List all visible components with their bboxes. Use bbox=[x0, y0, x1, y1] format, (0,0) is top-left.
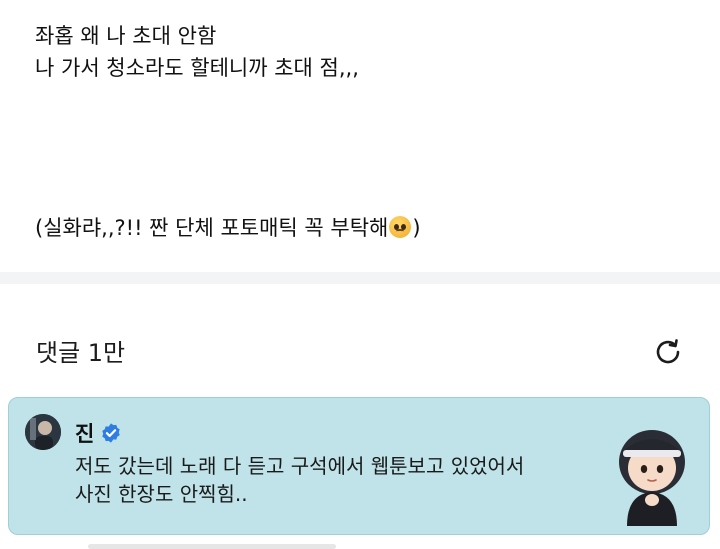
comment-line: 사진 한장도 안찍힘.. bbox=[75, 482, 248, 506]
post-line: 나 가서 청소라도 할테니까 초대 점,,, bbox=[35, 56, 359, 80]
post-footer-end: ) bbox=[412, 216, 421, 240]
post-footer-line: (실화랴,,?!! 짠 단체 포토매틱 꼭 부탁해) bbox=[35, 212, 685, 244]
comment-line: 저도 갔는데 노래 다 듣고 구석에서 웹툰보고 있었어서 bbox=[75, 454, 525, 478]
post-body: 좌홉 왜 나 초대 안함 나 가서 청소라도 할테니까 초대 점,,, (실화랴… bbox=[35, 20, 685, 244]
refresh-icon bbox=[656, 339, 680, 364]
pleading-face-emoji bbox=[389, 216, 412, 238]
avatar[interactable] bbox=[25, 414, 61, 450]
character-sticker bbox=[619, 430, 685, 526]
bottom-bar bbox=[88, 544, 336, 549]
comment-text: 저도 갔는데 노래 다 듣고 구석에서 웹툰보고 있었어서 사진 한장도 안찍힘… bbox=[75, 452, 595, 508]
comments-count-header: 댓글 1만 bbox=[36, 339, 126, 367]
post-footer-text: (실화랴,,?!! 짠 단체 포토매틱 꼭 부탁해 bbox=[35, 216, 389, 240]
refresh-button[interactable] bbox=[648, 332, 688, 372]
section-divider bbox=[0, 272, 720, 284]
highlighted-comment[interactable]: 진 저도 갔는데 노래 다 듣고 구석에서 웹툰보고 있었어서 사진 한장도 안… bbox=[8, 397, 710, 535]
comment-author[interactable]: 진 bbox=[75, 418, 122, 448]
author-name: 진 bbox=[75, 422, 95, 446]
avatar-image bbox=[25, 414, 61, 450]
verified-badge-icon bbox=[102, 423, 121, 443]
post-line: 좌홉 왜 나 초대 안함 bbox=[35, 24, 217, 48]
